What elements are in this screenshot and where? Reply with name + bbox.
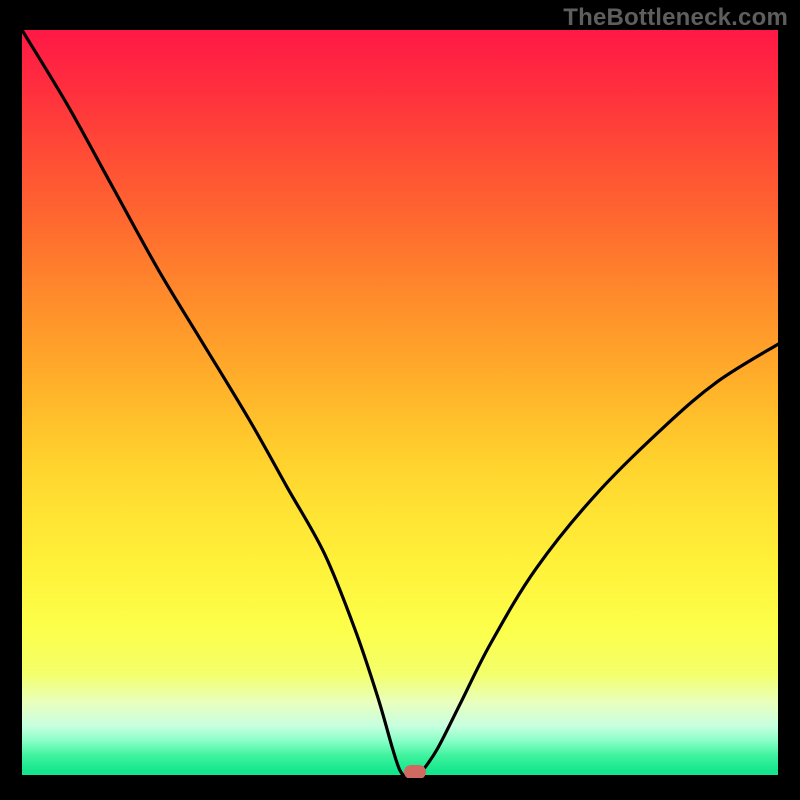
plot-area — [22, 30, 778, 778]
curve-svg — [22, 30, 778, 778]
watermark-text: TheBottleneck.com — [563, 4, 788, 32]
bottleneck-curve-path — [22, 30, 778, 778]
plot-outer — [22, 30, 778, 778]
chart-frame: TheBottleneck.com — [0, 0, 800, 800]
optimal-marker — [404, 765, 426, 778]
